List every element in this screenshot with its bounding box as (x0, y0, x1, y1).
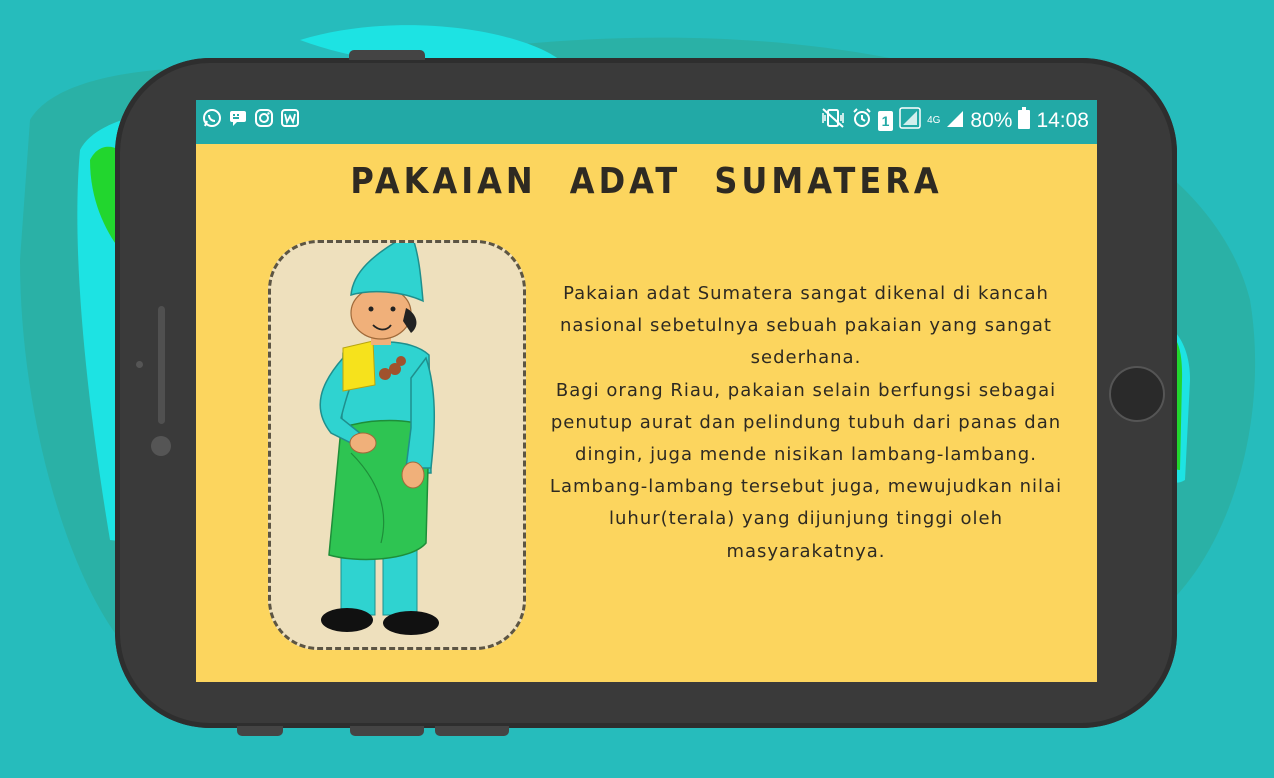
sim-1-icon: 1 (878, 111, 894, 131)
phone-bottom-button-2 (350, 726, 424, 736)
signal-icon (899, 107, 921, 135)
4g-signal-icon (946, 108, 964, 134)
status-bar: 1 4G 80% 14:08 (196, 100, 1097, 144)
page-title: PAKAIAN ADAT SUMATERA (350, 160, 943, 202)
4g-label: 4G (927, 115, 941, 126)
phone-bottom-button-3 (435, 726, 509, 736)
description-paragraph-1: Pakaian adat Sumatera sangat dikenal di … (560, 283, 1052, 369)
description-paragraph-2: Bagi orang Riau, pakaian selain berfungs… (549, 379, 1063, 562)
phone-sensor (136, 361, 143, 368)
whatsapp-icon (202, 108, 222, 128)
description: Pakaian adat Sumatera sangat dikenal di … (544, 278, 1068, 568)
costume-illustration (319, 231, 439, 635)
alarm-icon (852, 107, 872, 135)
battery-icon (1018, 107, 1031, 135)
instagram-icon (254, 108, 274, 128)
phone-bottom-button-1 (237, 726, 283, 736)
system-status: 1 4G 80% 14:08 (820, 107, 1089, 135)
phone-top-button (349, 50, 425, 60)
webtoon-icon (280, 108, 300, 128)
home-button[interactable] (1109, 366, 1165, 422)
phone-speaker (158, 306, 165, 424)
phone-camera (151, 436, 171, 456)
battery-percent: 80% (970, 109, 1013, 132)
clock: 14:08 (1036, 109, 1089, 132)
messenger-icon (228, 108, 248, 128)
notification-icons (202, 108, 300, 128)
phone-screen: 1 4G 80% 14:08 PAKAIAN ADAT SUMATERA Pak… (196, 100, 1097, 682)
illustration-frame (268, 231, 526, 650)
vibrate-mute-icon (820, 107, 846, 135)
